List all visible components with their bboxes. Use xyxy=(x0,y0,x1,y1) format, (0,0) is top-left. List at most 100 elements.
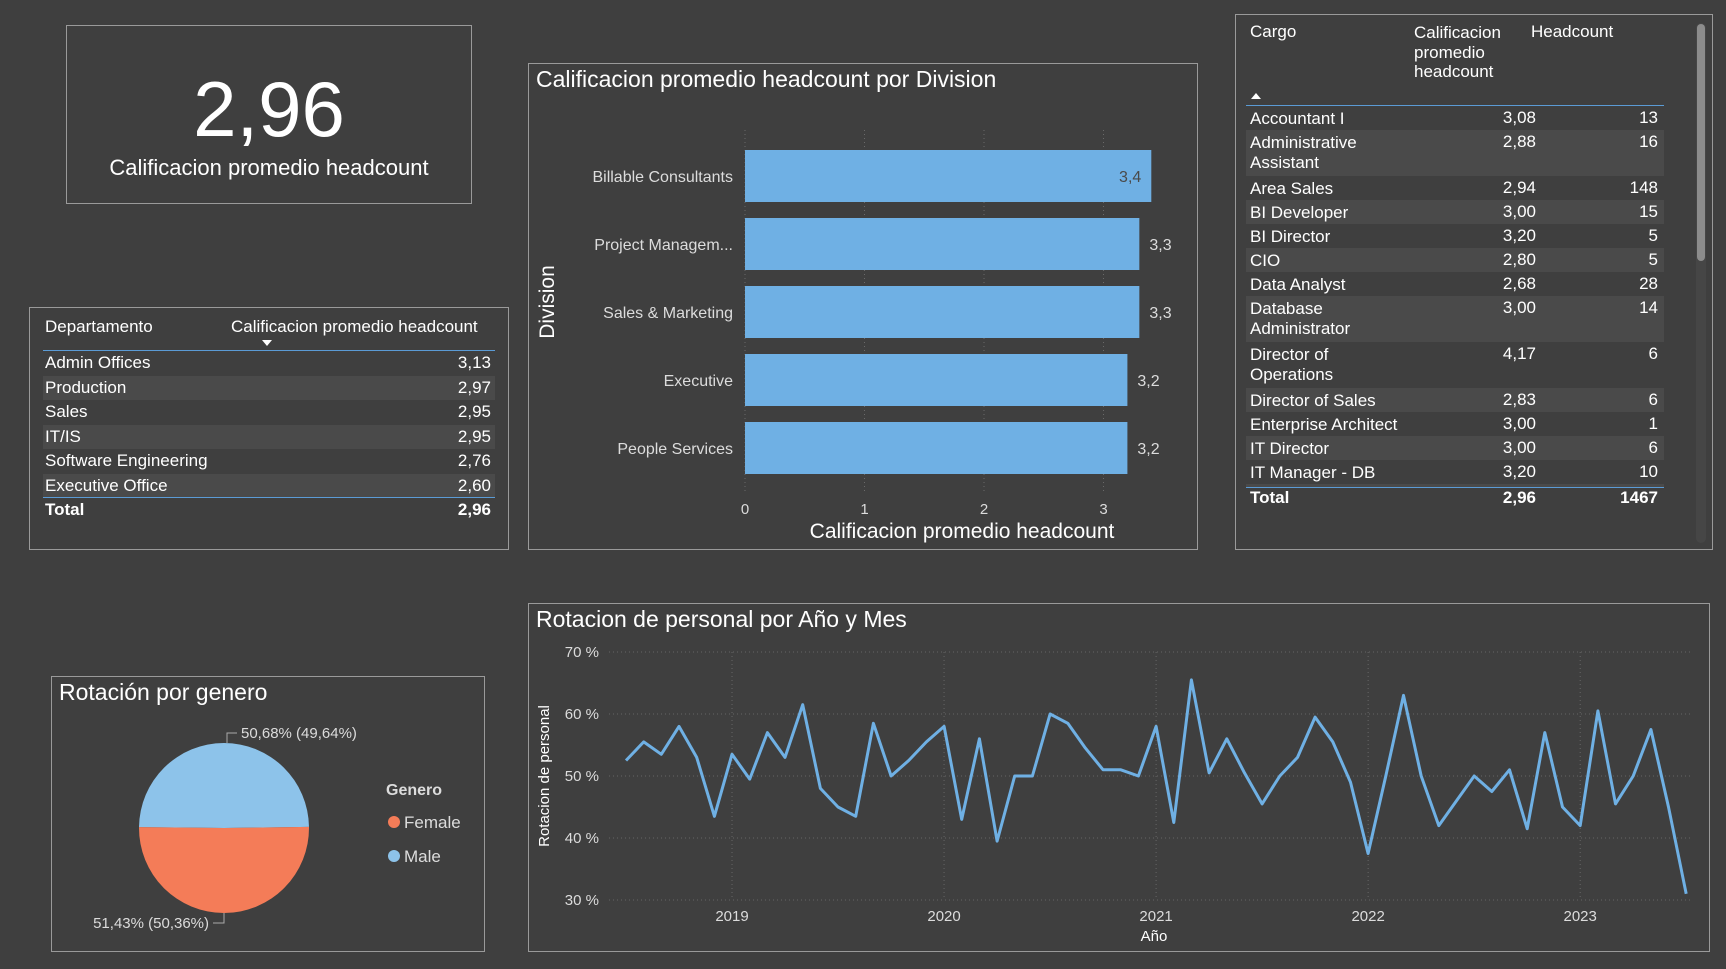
category-label: Executive xyxy=(664,373,733,390)
table-row[interactable]: CIO 2,80 5 xyxy=(1246,248,1664,272)
row-cargo: BI Developer xyxy=(1250,203,1349,222)
row-calificacion: 2,80 xyxy=(1502,250,1536,269)
table-row[interactable]: Executive Office 2,60 xyxy=(43,473,495,498)
turnover-line-chart[interactable]: Rotacion de personal por Año y Mes 30 % 4… xyxy=(528,603,1710,952)
row-calificacion: 2,97 xyxy=(457,377,491,397)
data-label: 3,2 xyxy=(1137,373,1159,390)
legend-label-female: Female xyxy=(404,813,461,832)
table-row[interactable]: BI Developer 3,00 15 xyxy=(1246,200,1664,224)
kpi-card: 2,96 Calificacion promedio headcount xyxy=(66,25,472,204)
row-calificacion: 2,83 xyxy=(1502,390,1536,409)
row-cargo: Director of Operations xyxy=(1250,345,1334,384)
bar-4 xyxy=(745,354,1128,406)
column-header-calificacion[interactable]: Calificacion promedio headcount xyxy=(1414,23,1534,82)
category-label: Sales & Marketing xyxy=(603,305,733,322)
category-label: Project Managem... xyxy=(594,237,733,254)
row-calificacion: 3,20 xyxy=(1502,226,1536,245)
row-headcount: 6 xyxy=(1648,390,1658,409)
pie-chart-svg: 50,68% (49,64%) 51,43% (50,36%) Genero Fema… xyxy=(93,725,461,932)
row-headcount: 16 xyxy=(1639,132,1658,151)
row-cargo: CIO xyxy=(1250,251,1281,270)
table-row[interactable]: Database Administrator 3,00 14 xyxy=(1246,296,1664,342)
table-row[interactable]: IT/IS 2,95 xyxy=(43,424,495,449)
row-cargo: IT Manager - DB xyxy=(1250,463,1376,482)
pie-slice-male xyxy=(139,743,309,828)
table-row[interactable]: Admin Offices 3,13 xyxy=(43,351,495,375)
row-cargo: IT Director xyxy=(1250,439,1330,458)
row-headcount: 6 xyxy=(1648,438,1658,457)
legend-label-male: Male xyxy=(404,847,441,866)
data-label: 3,4 xyxy=(1119,169,1141,186)
x-axis-title: Año xyxy=(1141,928,1168,945)
kpi-label: Calificacion promedio headcount xyxy=(109,155,429,180)
x-tick-label: 1 xyxy=(860,501,868,518)
table-row[interactable]: Data Analyst 2,68 28 xyxy=(1246,272,1664,296)
row-departamento: Admin Offices xyxy=(45,353,151,372)
row-calificacion: 3,00 xyxy=(1502,298,1536,317)
column-header-headcount[interactable]: Headcount xyxy=(1531,23,1613,41)
row-cargo: Database Administrator xyxy=(1250,299,1351,338)
row-departamento: Executive Office xyxy=(45,475,168,495)
row-cargo: Director of Sales xyxy=(1250,391,1376,410)
cargo-rows: Accountant I 3,08 13 Administrative Assista… xyxy=(1246,106,1664,487)
total-label: Total xyxy=(1250,488,1290,507)
bar-5 xyxy=(745,422,1128,474)
x-tick-label: 2023 xyxy=(1563,908,1596,925)
column-header-calificacion[interactable]: Calificacion promedio headcount xyxy=(231,318,478,336)
table-row[interactable]: BI Director 3,20 5 xyxy=(1246,224,1664,248)
x-tick-label: 2022 xyxy=(1351,908,1384,925)
row-calificacion: 3,20 xyxy=(1502,462,1536,481)
row-cargo: Data Analyst xyxy=(1250,275,1346,294)
table-row[interactable]: Area Sales Manager2,94148 xyxy=(1246,176,1664,218)
table-row[interactable]: Accountant I 3,08 13 xyxy=(1246,106,1664,130)
line-chart-svg: 30 % 40 % 50 % 60 % 70 % 2019 2020 2021 2022 2023… xyxy=(536,644,1693,945)
table-row[interactable]: Enterprise Architect 3,00 1 xyxy=(1246,412,1664,436)
pie-slice-female xyxy=(138,826,309,914)
row-headcount: 28 xyxy=(1639,274,1658,293)
row-calificacion: 2,95 xyxy=(457,402,491,421)
column-header-cargo[interactable]: Cargo xyxy=(1250,23,1296,41)
table-row[interactable]: Production 2,97 xyxy=(43,375,495,400)
sort-asc-icon xyxy=(1251,93,1261,99)
row-headcount: 15 xyxy=(1639,202,1658,221)
row-headcount: 5 xyxy=(1648,226,1658,245)
table-row[interactable]: Director of Operations 4,17 6 xyxy=(1246,342,1664,388)
total-value: 2,96 xyxy=(457,500,491,519)
table-row[interactable]: Director of Sales 2,83 6 xyxy=(1246,388,1664,412)
row-calificacion: 2,68 xyxy=(1502,274,1536,293)
x-tick-label: 0 xyxy=(741,501,749,518)
bar-2 xyxy=(745,218,1140,270)
x-tick-label: 3 xyxy=(1099,501,1107,518)
table-row[interactable]: Administrative Assistant 2,88 16 xyxy=(1246,130,1664,176)
total-headcount: 1467 xyxy=(1620,488,1658,507)
leader-line-male xyxy=(226,732,237,743)
table-row[interactable]: Sales 2,95 xyxy=(43,400,495,424)
table-row[interactable]: Software Engineering 2,76 xyxy=(43,449,495,473)
row-headcount: 5 xyxy=(1648,250,1658,269)
column-header-departamento[interactable]: Departamento xyxy=(45,318,153,336)
gender-pie-chart[interactable]: Rotación por genero 50,68% (49,64%) 51,43… xyxy=(51,676,485,952)
data-label: 3,3 xyxy=(1149,237,1171,254)
row-headcount: 13 xyxy=(1639,108,1658,127)
row-calificacion: 2,94 xyxy=(1502,178,1536,197)
scrollbar-thumb[interactable] xyxy=(1697,24,1705,261)
sort-desc-icon xyxy=(262,340,272,346)
y-tick-label: 50 % xyxy=(565,768,599,785)
category-label: Billable Consultants xyxy=(592,169,733,186)
cargo-table[interactable]: Cargo Calificacion promedio headcount He… xyxy=(1235,14,1713,550)
legend-marker-female xyxy=(388,816,400,828)
table-row[interactable]: IT Manager - DB 3,20 10 xyxy=(1246,460,1664,484)
departamento-table-body: Departamento Calificacion promedio headc… xyxy=(43,318,495,528)
departamento-table[interactable]: Departamento Calificacion promedio headc… xyxy=(29,307,509,550)
leader-line-female xyxy=(213,913,225,924)
data-label-female: 51,43% (50,36%) xyxy=(93,915,209,932)
legend-marker-male xyxy=(388,850,400,862)
row-departamento: Sales xyxy=(45,402,88,421)
y-axis-title: Division xyxy=(536,265,559,339)
division-bar-chart[interactable]: Calificacion promedio headcount por Divi… xyxy=(528,63,1198,550)
row-departamento: IT/IS xyxy=(45,426,81,446)
row-calificacion: 2,88 xyxy=(1502,132,1536,151)
x-tick-label: 2 xyxy=(980,501,988,518)
row-calificacion: 2,60 xyxy=(457,475,491,495)
table-row[interactable]: IT Director 3,00 6 xyxy=(1246,436,1664,460)
